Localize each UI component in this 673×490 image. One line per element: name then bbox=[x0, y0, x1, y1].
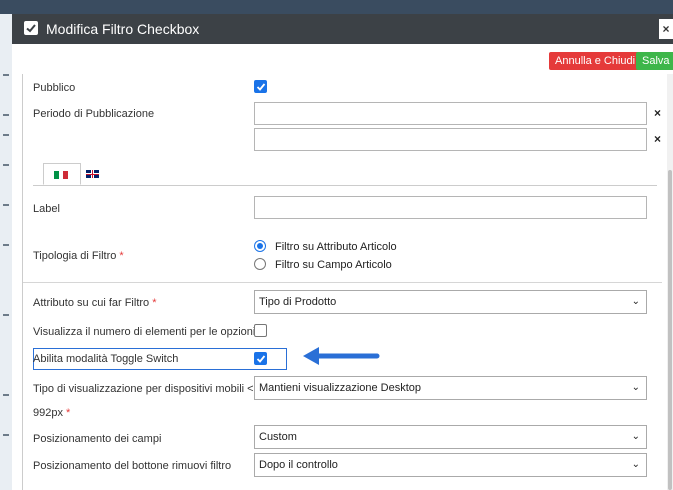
pubblico-checkbox[interactable] bbox=[254, 80, 267, 93]
attributo-select[interactable]: Tipo di Prodotto ⌄ bbox=[254, 290, 647, 314]
modal-body: Pubblico Periodo di Pubblicazione × × La… bbox=[12, 74, 668, 490]
divider bbox=[23, 282, 662, 283]
clear-start-icon[interactable]: × bbox=[654, 106, 661, 120]
save-button[interactable]: Salva bbox=[636, 52, 673, 70]
mobile-select[interactable]: Mantieni visualizzazione Desktop ⌄ bbox=[254, 376, 647, 400]
visualizza-numero-checkbox[interactable] bbox=[254, 324, 267, 337]
chevron-down-icon: ⌄ bbox=[631, 459, 640, 470]
scrollbar[interactable] bbox=[667, 74, 673, 490]
chevron-down-icon: ⌄ bbox=[631, 296, 640, 307]
tab-english[interactable] bbox=[81, 163, 105, 185]
periodo-label: Periodo di Pubblicazione bbox=[33, 108, 155, 120]
attributo-label: Attributo su cui far Filtro * bbox=[33, 297, 157, 309]
background-app-edge bbox=[0, 14, 12, 490]
uk-flag-icon bbox=[86, 170, 99, 178]
language-tabs bbox=[33, 163, 657, 186]
posizionamento-campi-select[interactable]: Custom ⌄ bbox=[254, 425, 647, 449]
background-app-strip bbox=[0, 0, 673, 14]
radio-attributo-label: Filtro su Attributo Articolo bbox=[275, 241, 397, 253]
label-field-label: Label bbox=[33, 203, 60, 215]
radio-attributo[interactable] bbox=[254, 240, 266, 252]
radio-campo-label: Filtro su Campo Articolo bbox=[275, 259, 392, 271]
form-panel: Pubblico Periodo di Pubblicazione × × La… bbox=[22, 74, 662, 490]
pubblico-label: Pubblico bbox=[33, 82, 76, 94]
scrollbar-thumb[interactable] bbox=[668, 170, 672, 490]
periodo-start-input[interactable] bbox=[254, 102, 647, 125]
close-icon[interactable]: × bbox=[659, 19, 673, 39]
cancel-close-button[interactable]: Annulla e Chiudi bbox=[549, 52, 642, 70]
tipologia-label: Tipologia di Filtro * bbox=[33, 250, 124, 262]
clear-end-icon[interactable]: × bbox=[654, 132, 661, 146]
toggle-switch-label: Abilita modalità Toggle Switch bbox=[33, 353, 179, 365]
mobile-label: Tipo di visualizzazione per dispositivi … bbox=[33, 383, 254, 395]
modal-titlebar: Modifica Filtro Checkbox × bbox=[12, 14, 673, 44]
tab-italian[interactable] bbox=[43, 163, 81, 185]
label-input[interactable] bbox=[254, 196, 647, 219]
italy-flag-icon bbox=[54, 171, 69, 179]
posizionamento-campi-label: Posizionamento dei campi bbox=[33, 433, 162, 445]
visualizza-numero-label: Visualizza il numero di elementi per le … bbox=[33, 326, 256, 338]
annotation-arrow-icon bbox=[303, 347, 380, 365]
toggle-switch-checkbox[interactable] bbox=[254, 352, 267, 365]
checkbox-icon bbox=[24, 21, 38, 35]
periodo-end-input[interactable] bbox=[254, 128, 647, 151]
chevron-down-icon: ⌄ bbox=[631, 382, 640, 393]
radio-campo[interactable] bbox=[254, 258, 266, 270]
posizionamento-bottone-select[interactable]: Dopo il controllo ⌄ bbox=[254, 453, 647, 477]
chevron-down-icon: ⌄ bbox=[631, 431, 640, 442]
posizionamento-bottone-label: Posizionamento del bottone rimuovi filtr… bbox=[33, 460, 232, 472]
modal-title: Modifica Filtro Checkbox bbox=[46, 21, 200, 37]
mobile-label-cont: 992px * bbox=[33, 407, 71, 419]
modal-toolbar: Annulla e Chiudi Salva bbox=[12, 44, 673, 75]
